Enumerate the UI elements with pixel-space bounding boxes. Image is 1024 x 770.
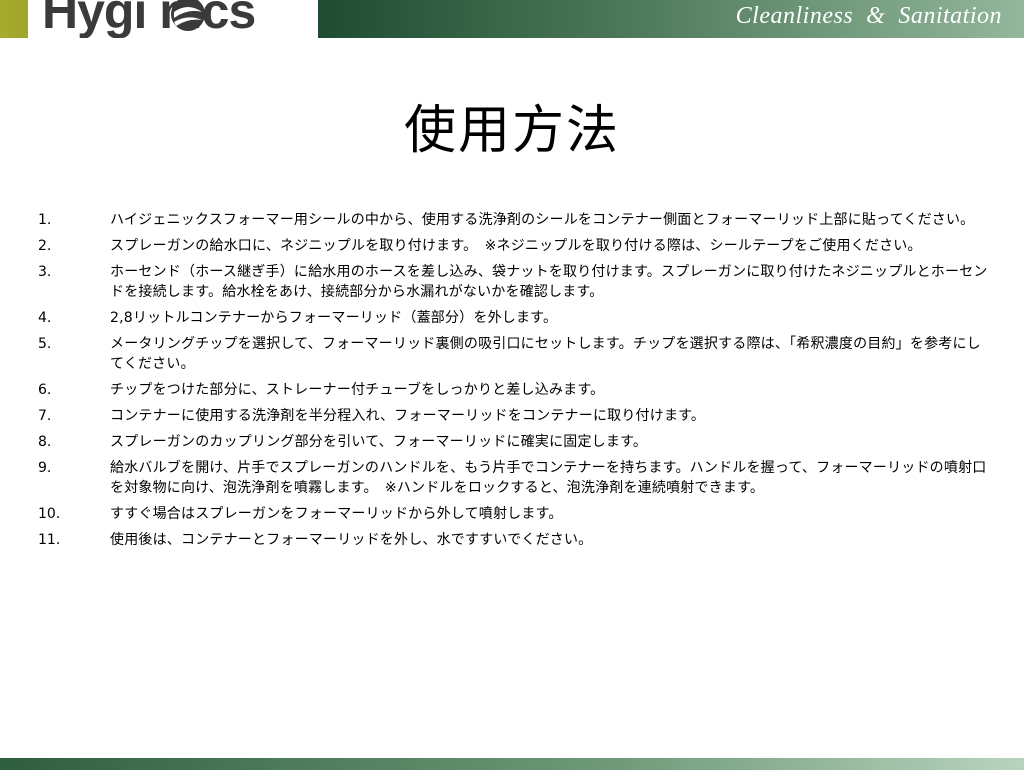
step-number: 5. (38, 336, 52, 352)
step-text: ホーセンド（ホース継ぎ手）に給水用のホースを差し込み、袋ナットを取り付けます。ス… (110, 264, 988, 300)
step-text: スプレーガンのカップリング部分を引いて、フォーマーリッドに確実に固定します。 (110, 434, 648, 450)
step-text: メータリングチップを選択して、フォーマーリッド裏側の吸引口にセットします。チップ… (110, 336, 981, 372)
instruction-list: 1. ハイジェニックスフォーマー用シールの中から、使用する洗浄剤のシールをコンテナ… (38, 210, 988, 556)
step-text: スプレーガンの給水口に、ネジニップルを取り付けます。 ※ネジニップルを取り付ける… (110, 238, 922, 254)
step-text: ハイジェニックスフォーマー用シールの中から、使用する洗浄剤のシールをコンテナー側… (110, 212, 975, 228)
list-item: 3. ホーセンド（ホース継ぎ手）に給水用のホースを差し込み、袋ナットを取り付けます… (38, 262, 988, 302)
step-number: 3. (38, 264, 52, 280)
footer-bar (0, 758, 1024, 770)
step-number: 1. (38, 212, 52, 228)
logo-text: Hygi nics (42, 0, 256, 38)
step-number: 10. (38, 506, 61, 522)
step-text: すすぐ場合はスプレーガンをフォーマーリッドから外して噴射します。 (110, 506, 563, 522)
step-number: 11. (38, 532, 61, 548)
step-text: チップをつけた部分に、ストレーナー付チューブをしっかりと差し込みます。 (110, 382, 605, 398)
page-title: 使用方法 (403, 101, 620, 161)
tagline: Cleanliness & Sanitation (735, 3, 1002, 29)
step-number: 6. (38, 382, 52, 398)
list-item: 2. スプレーガンの給水口に、ネジニップルを取り付けます。 ※ネジニップルを取り付… (38, 236, 988, 256)
step-number: 8. (38, 434, 52, 450)
list-item: 5. メータリングチップを選択して、フォーマーリッド裏側の吸引口にセットします。チ… (38, 334, 988, 374)
logo-swirl-icon (171, 0, 205, 31)
list-item: 1. ハイジェニックスフォーマー用シールの中から、使用する洗浄剤のシールをコンテナ… (38, 210, 988, 230)
list-item: 8. スプレーガンのカップリング部分を引いて、フォーマーリッドに確実に固定します。 (38, 432, 988, 452)
step-number: 9. (38, 460, 52, 476)
list-item: 7. コンテナーに使用する洗浄剤を半分程入れ、フォーマーリッドをコンテナーに取り付… (38, 406, 988, 426)
list-item: 11. 使用後は、コンテナーとフォーマーリッドを外し、水ですすいでください。 (38, 530, 988, 550)
step-number: 4. (38, 310, 52, 326)
logo: Hygi nics ® (28, 0, 318, 38)
list-item: 10. すすぐ場合はスプレーガンをフォーマーリッドから外して噴射します。 (38, 504, 988, 524)
list-item: 6. チップをつけた部分に、ストレーナー付チューブをしっかりと差し込みます。 (38, 380, 988, 400)
step-text: 使用後は、コンテナーとフォーマーリッドを外し、水ですすいでください。 (110, 532, 593, 548)
list-item: 9. 給水バルブを開け、片手でスプレーガンのハンドルを、もう片手でコンテナーを持ち… (38, 458, 988, 498)
step-text: コンテナーに使用する洗浄剤を半分程入れ、フォーマーリッドをコンテナーに取り付けま… (110, 408, 706, 424)
step-number: 7. (38, 408, 52, 424)
header-bar: Hygi nics ® Cleanliness & Sanitation (0, 0, 1024, 38)
step-text: 給水バルブを開け、片手でスプレーガンのハンドルを、もう片手でコンテナーを持ちます… (110, 460, 987, 496)
step-number: 2. (38, 238, 52, 254)
list-item: 4. 2,8リットルコンテナーからフォーマーリッド（蓋部分）を外します。 (38, 308, 988, 328)
step-text: 2,8リットルコンテナーからフォーマーリッド（蓋部分）を外します。 (110, 310, 558, 326)
